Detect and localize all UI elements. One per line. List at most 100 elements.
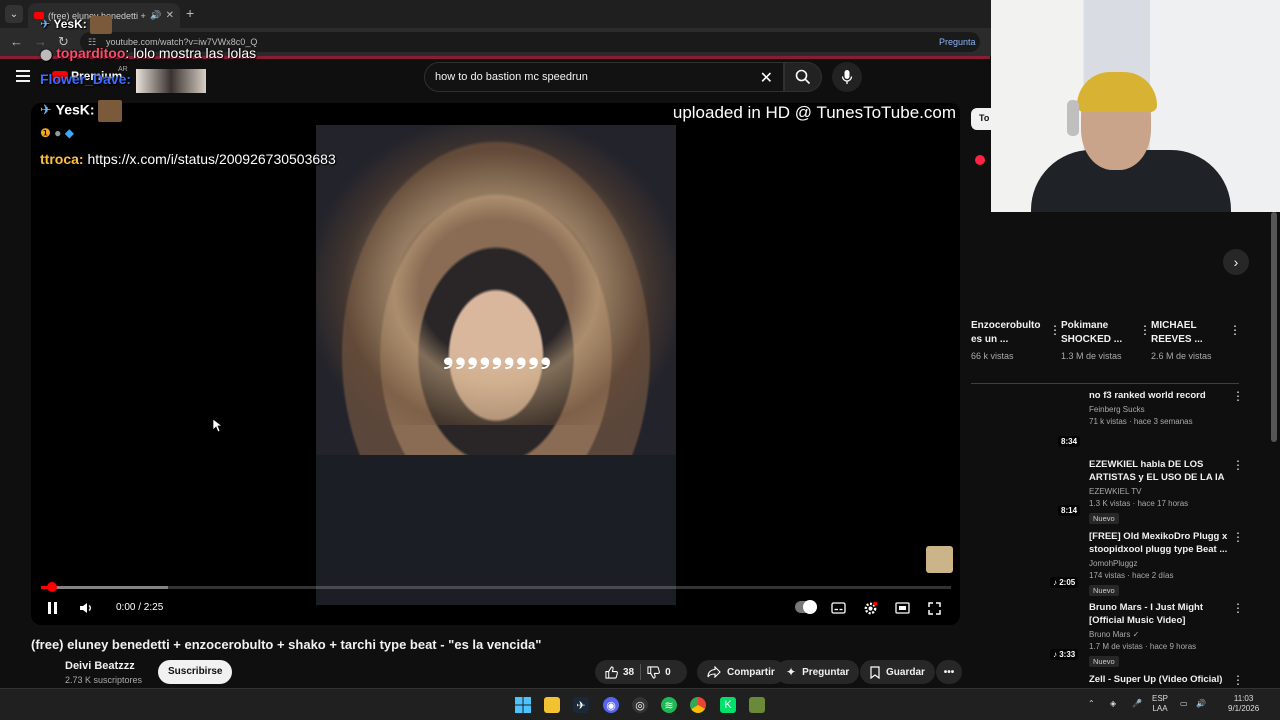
gear-icon <box>864 601 877 614</box>
file-explorer-icon[interactable] <box>544 697 560 713</box>
search-box[interactable]: how to do bastion mc speedrun ✕ <box>424 62 784 92</box>
more-vertical-icon[interactable]: ⋮ <box>1232 673 1244 687</box>
more-vertical-icon[interactable]: ⋮ <box>1232 601 1244 615</box>
clock[interactable]: 11:03 9/1/2026 <box>1228 694 1259 714</box>
badge-circle-icon: ● <box>54 126 62 140</box>
like-button[interactable]: 38 <box>605 665 634 679</box>
chat-badge-icon: ⬤ <box>40 49 53 61</box>
recommended-video[interactable]: no f3 ranked world record Feinberg Sucks… <box>1089 389 1244 426</box>
channel-avatar[interactable] <box>31 658 59 686</box>
recommended-video[interactable]: Zell - Super Up (Video Oficial) ⋮ <box>1089 673 1244 687</box>
sidebar-divider <box>971 383 1239 384</box>
theater-mode-icon <box>894 602 910 614</box>
back-arrow-icon[interactable]: ← <box>10 34 23 49</box>
time-display: 0:00 / 2:25 <box>116 602 164 613</box>
tray-shield-icon[interactable]: ◈ <box>1110 699 1116 709</box>
clear-search-icon[interactable]: ✕ <box>760 68 773 88</box>
more-actions-button[interactable]: ••• <box>936 660 962 684</box>
video-frame: ❟❟❟❟❟❟❟❟❟ <box>316 125 676 605</box>
short-item[interactable]: Pokimane SHOCKED ... 1.3 M de vistas ⋮ <box>1061 319 1151 361</box>
new-tab-icon[interactable]: + <box>186 5 194 21</box>
recommended-video[interactable]: [FREE] Old MexikoDro Plugg x stoopidxool… <box>1089 530 1244 598</box>
more-vertical-icon[interactable]: ⋮ <box>1049 323 1061 337</box>
subscribe-button[interactable]: Suscribirse <box>158 660 233 684</box>
more-vertical-icon[interactable]: ⋮ <box>1232 389 1244 403</box>
recommended-video[interactable]: EZEWKIEL habla DE LOS ARTISTAS y EL USO … <box>1089 458 1244 526</box>
rec-meta: 1.7 M de vistas · hace 9 horas <box>1089 642 1197 651</box>
theater-mode-button[interactable] <box>894 597 910 619</box>
ask-button[interactable]: ✦ Preguntar <box>776 660 860 684</box>
subtitles-button[interactable] <box>830 597 846 619</box>
rec-title: [FREE] Old MexikoDro Plugg x stoopidxool… <box>1089 531 1228 555</box>
video-player[interactable]: ❟❟❟❟❟❟❟❟❟ uploaded in HD @ TunesToTube.c… <box>31 103 960 625</box>
filter-chip[interactable]: To <box>971 108 991 130</box>
rec-duration: ♪ 2:05 <box>1050 577 1079 588</box>
save-button[interactable]: Guardar <box>860 660 935 684</box>
minecraft-icon[interactable] <box>749 697 765 713</box>
volume-button[interactable] <box>77 597 95 619</box>
pause-button[interactable] <box>45 597 59 619</box>
channel-watermark-icon[interactable] <box>926 546 953 573</box>
badge-cube-icon: ◆ <box>64 126 74 140</box>
settings-button[interactable] <box>862 597 878 619</box>
chrome-icon[interactable] <box>690 697 706 713</box>
more-vertical-icon[interactable]: ⋮ <box>1232 458 1244 472</box>
clock-date: 9/1/2026 <box>1228 704 1260 713</box>
progress-bar[interactable] <box>41 582 951 592</box>
tab-audio-icon[interactable]: 🔊 <box>150 10 161 21</box>
kick-icon[interactable]: K <box>720 697 736 713</box>
short-item[interactable]: MICHAEL REEVES ... 2.6 M de vistas ⋮ <box>1151 319 1241 361</box>
new-badge: Nuevo <box>1089 513 1119 524</box>
rec-duration: 8:14 <box>1058 505 1081 516</box>
short-item[interactable]: Enzocerobulto es un ... 66 k vistas ⋮ <box>971 319 1061 361</box>
fullscreen-button[interactable] <box>926 597 942 619</box>
windows-start-icon[interactable] <box>515 697 531 713</box>
obs-icon[interactable]: ◎ <box>632 697 648 713</box>
webcam-headset <box>1067 100 1079 136</box>
shorts-next-button[interactable]: › <box>1223 249 1249 275</box>
streamer-thumbnail <box>136 69 206 93</box>
steam-icon[interactable]: ✈ <box>573 697 589 713</box>
short-views: 1.3 M de vistas <box>1061 351 1122 361</box>
chat-username: YesK: <box>55 101 95 118</box>
ask-gemini-chip[interactable]: Pregunta <box>935 34 980 50</box>
speaker-icon[interactable]: 🔊 <box>1196 699 1206 709</box>
chat-badges: ❶ ● ◆ <box>40 126 74 140</box>
network-icon[interactable]: ▭ <box>1180 699 1188 709</box>
discord-icon[interactable]: ◉ <box>603 697 619 713</box>
like-dislike-group: 38 0 <box>595 660 687 684</box>
share-button[interactable]: Compartir <box>697 660 785 684</box>
rec-title: Zell - Super Up (Video Oficial) <box>1089 674 1223 685</box>
search-input[interactable]: how to do bastion mc speedrun <box>435 71 588 83</box>
search-button[interactable] <box>784 62 822 92</box>
recommended-video[interactable]: Bruno Mars - I Just Might [Official Musi… <box>1089 601 1244 669</box>
more-vertical-icon[interactable]: ⋮ <box>1232 530 1244 544</box>
chat-avatar <box>98 100 123 122</box>
hamburger-menu-icon[interactable] <box>16 70 30 82</box>
thumbs-up-icon <box>605 665 618 679</box>
dislike-button[interactable]: 0 <box>647 665 671 679</box>
microphone-icon <box>841 70 853 84</box>
more-vertical-icon[interactable]: ⋮ <box>1229 323 1241 337</box>
subscriber-count: 2.73 K suscriptores <box>65 675 143 685</box>
tab-close-icon[interactable]: ✕ <box>166 10 174 21</box>
tray-mic-icon[interactable]: 🎤 <box>1132 699 1142 709</box>
channel-name[interactable]: Deivi Beatzzz <box>65 660 135 672</box>
sidebar-scrollbar[interactable] <box>1271 212 1277 442</box>
search-icon <box>795 69 811 85</box>
progress-scrubber[interactable] <box>46 582 57 592</box>
more-vertical-icon[interactable]: ⋮ <box>1139 323 1151 337</box>
tray-overflow-icon[interactable]: ⌃ <box>1088 699 1095 709</box>
language-indicator[interactable]: ESP LAA <box>1152 694 1168 714</box>
rec-channel: EZEWKIEL TV <box>1089 487 1142 496</box>
rec-title: Bruno Mars - I Just Might [Official Musi… <box>1089 602 1203 626</box>
webcam-beanie <box>1077 72 1157 112</box>
voice-search-button[interactable] <box>832 62 862 92</box>
autoplay-toggle[interactable] <box>795 600 817 614</box>
sparkle-icon: ✦ <box>786 665 797 679</box>
pin-icon: ✈ <box>40 101 52 118</box>
tab-list-chevron-icon[interactable]: ⌄ <box>5 5 23 23</box>
spotify-icon[interactable]: ≋ <box>661 697 677 713</box>
rec-duration: ♪ 3:33 <box>1050 649 1079 660</box>
mouse-cursor-icon <box>213 419 223 433</box>
